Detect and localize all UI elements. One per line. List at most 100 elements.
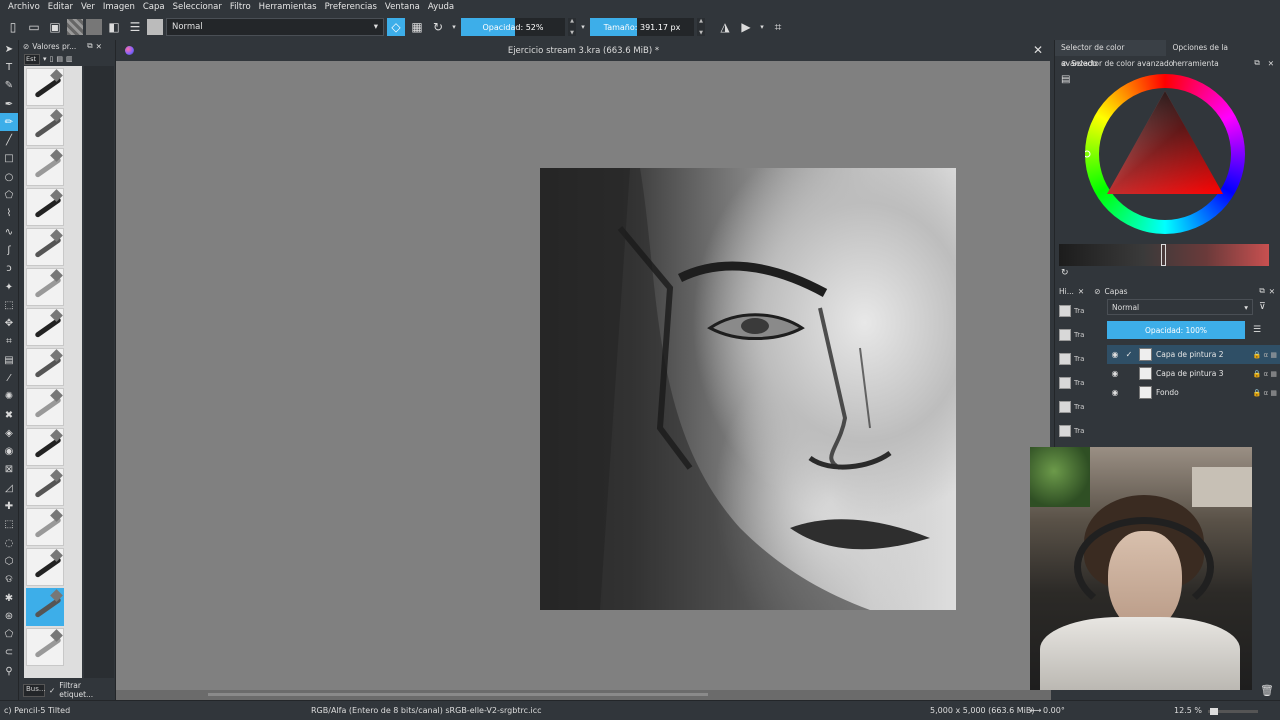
mirror-horizontal-icon[interactable]: ◮ — [716, 18, 734, 36]
opacity-slider[interactable]: Opacidad: 52% — [461, 18, 565, 36]
chevron-down-icon[interactable]: ▾ — [450, 18, 458, 36]
text-tool-icon[interactable]: T — [0, 58, 18, 76]
calligraphy-tool-icon[interactable]: ✒ — [0, 95, 18, 113]
presets-list-icon[interactable]: ▥ — [66, 55, 73, 63]
canvas-area[interactable]: Ejercicio stream 3.kra (663.6 MiB) * ✕ — [115, 40, 1051, 700]
horizontal-scrollbar[interactable] — [116, 690, 1051, 700]
menu-item[interactable]: Filtro — [226, 0, 255, 14]
layer-blend-select[interactable]: Normal ▾ — [1107, 299, 1253, 315]
gradient-swatch[interactable] — [67, 19, 83, 35]
color-picker-tool-icon[interactable]: ⁄ — [0, 369, 18, 387]
menu-item[interactable]: Ver — [77, 0, 99, 14]
presets-tag-icon[interactable]: ▯ — [50, 55, 54, 63]
wrap-around-icon[interactable]: ⌗ — [769, 18, 787, 36]
brush-preset-item[interactable] — [26, 588, 64, 626]
brush-preset-item[interactable] — [26, 268, 64, 306]
menu-item[interactable]: Archivo — [4, 0, 44, 14]
freehand-path-tool-icon[interactable]: ʃ — [0, 241, 18, 259]
rectangular-selection-tool-icon[interactable]: ⬚ — [0, 516, 18, 534]
select-shapes-tool-icon[interactable]: ➤ — [0, 40, 18, 58]
menu-icon[interactable]: ☰ — [1253, 325, 1261, 335]
brush-preset-item[interactable] — [26, 148, 64, 186]
color-wheel[interactable] — [1085, 74, 1245, 234]
layer-row[interactable]: ◉ Capa de pintura 3 🔒 α ▦ — [1107, 364, 1280, 383]
layer-lock-alpha-icon[interactable]: 🔒 α ▦ — [1253, 351, 1277, 359]
layer-lock-alpha-icon[interactable]: 🔒 α ▦ — [1253, 370, 1277, 378]
color-settings-icon[interactable]: ▤ — [1061, 74, 1070, 85]
scrollbar-thumb[interactable] — [208, 693, 708, 696]
colorize-mask-tool-icon[interactable]: ✺ — [0, 388, 18, 406]
filter-icon[interactable]: ⊽ — [1259, 302, 1266, 312]
freehand-selection-tool-icon[interactable]: ଡ — [0, 571, 18, 589]
chevron-down-icon[interactable]: ▾ — [579, 18, 587, 36]
preset-scrollbar[interactable] — [84, 66, 114, 678]
history-item[interactable]: Tra — [1055, 323, 1103, 347]
close-icon[interactable]: ✕ — [96, 42, 102, 51]
polyline-tool-icon[interactable]: ⌇ — [0, 205, 18, 223]
polygon-tool-icon[interactable]: ⬠ — [0, 186, 18, 204]
history-item[interactable]: Tra — [1055, 395, 1103, 419]
brush-preset-item[interactable] — [26, 548, 64, 586]
tag-select[interactable]: Est — [24, 53, 40, 65]
chevron-down-icon[interactable]: ▾ — [43, 55, 47, 63]
color-history-bar[interactable] — [1059, 244, 1269, 266]
presets-grid-icon[interactable]: ▤ — [56, 55, 63, 63]
enclose-fill-tool-icon[interactable]: ◉ — [0, 443, 18, 461]
brush-preset-item[interactable] — [26, 428, 64, 466]
close-icon[interactable]: ✕ — [1268, 59, 1274, 68]
history-tab[interactable]: Hi... — [1059, 287, 1074, 296]
close-icon[interactable]: ✕ — [1078, 287, 1084, 296]
elliptical-selection-tool-icon[interactable]: ◌ — [0, 534, 18, 552]
brush-preset-item[interactable] — [26, 468, 64, 506]
mirror-vertical-icon[interactable]: ▶ — [737, 18, 755, 36]
ellipse-tool-icon[interactable]: ○ — [0, 168, 18, 186]
rotation-icon[interactable]: ⟷ — [1030, 706, 1041, 715]
smart-patch-tool-icon[interactable]: ✖ — [0, 406, 18, 424]
brush-preset-item[interactable] — [26, 628, 64, 666]
document-tab[interactable]: Ejercicio stream 3.kra (663.6 MiB) * ✕ — [116, 40, 1051, 61]
float-docker-icon[interactable]: ⧉ — [1259, 286, 1264, 296]
close-icon[interactable]: ✕ — [1033, 43, 1043, 57]
check-icon[interactable]: ✓ — [49, 686, 55, 695]
magnetic-selection-tool-icon[interactable]: ⊂ — [0, 644, 18, 662]
artwork-canvas[interactable] — [540, 168, 956, 610]
tab-tool-options[interactable]: Opciones de la herramienta — [1166, 40, 1280, 68]
zoom-slider[interactable] — [1208, 708, 1258, 715]
menu-item[interactable]: Seleccionar — [169, 0, 226, 14]
edit-shapes-tool-icon[interactable]: ✎ — [0, 77, 18, 95]
close-icon[interactable]: ✕ — [1269, 287, 1275, 296]
reload-preset-icon[interactable]: ↻ — [429, 18, 447, 36]
fill-tool-icon[interactable]: ◈ — [0, 424, 18, 442]
layer-lock-alpha-icon[interactable]: 🔒 α ▦ — [1253, 389, 1277, 397]
reference-images-tool-icon[interactable]: ✚ — [0, 497, 18, 515]
history-item[interactable]: Tra — [1055, 419, 1103, 443]
brush-settings-icon[interactable]: ☰ — [126, 18, 144, 36]
brush-preset-item[interactable] — [26, 308, 64, 346]
refresh-icon[interactable]: ↻ — [1061, 268, 1069, 278]
float-docker-icon[interactable]: ⧉ — [1254, 58, 1259, 68]
chevron-down-icon[interactable]: ▾ — [758, 18, 766, 36]
size-slider[interactable]: Tamaño: 391.17 px — [590, 18, 694, 36]
measure-tool-icon[interactable]: ◿ — [0, 479, 18, 497]
menu-item[interactable]: Imagen — [99, 0, 139, 14]
brush-preset-item[interactable] — [26, 108, 64, 146]
brush-preset-item[interactable] — [26, 188, 64, 226]
polygonal-selection-tool-icon[interactable]: ⬡ — [0, 552, 18, 570]
lock-icon[interactable]: ⊘ — [1094, 287, 1100, 296]
visibility-eye-icon[interactable]: ◉ — [1107, 388, 1123, 397]
layer-opacity-slider[interactable]: Opacidad: 100% — [1107, 321, 1245, 339]
brush-preset-item[interactable] — [26, 388, 64, 426]
brush-preset-icon[interactable] — [147, 19, 163, 35]
fg-bg-color-icon[interactable]: ◧ — [105, 18, 123, 36]
move-tool-icon[interactable]: ✥ — [0, 314, 18, 332]
eraser-mode-icon[interactable]: ◇ — [387, 18, 405, 36]
transform-tool-icon[interactable]: ⬚ — [0, 296, 18, 314]
zoom-tool-icon[interactable]: ⚲ — [0, 662, 18, 680]
menu-item[interactable]: Editar — [44, 0, 77, 14]
visibility-eye-icon[interactable]: ◉ — [1107, 350, 1123, 359]
menu-item[interactable]: Preferencias — [321, 0, 381, 14]
saturation-value-triangle[interactable] — [1085, 74, 1245, 234]
bezier-tool-icon[interactable]: ∿ — [0, 223, 18, 241]
menu-item[interactable]: Ventana — [381, 0, 424, 14]
history-item[interactable]: Tra — [1055, 371, 1103, 395]
